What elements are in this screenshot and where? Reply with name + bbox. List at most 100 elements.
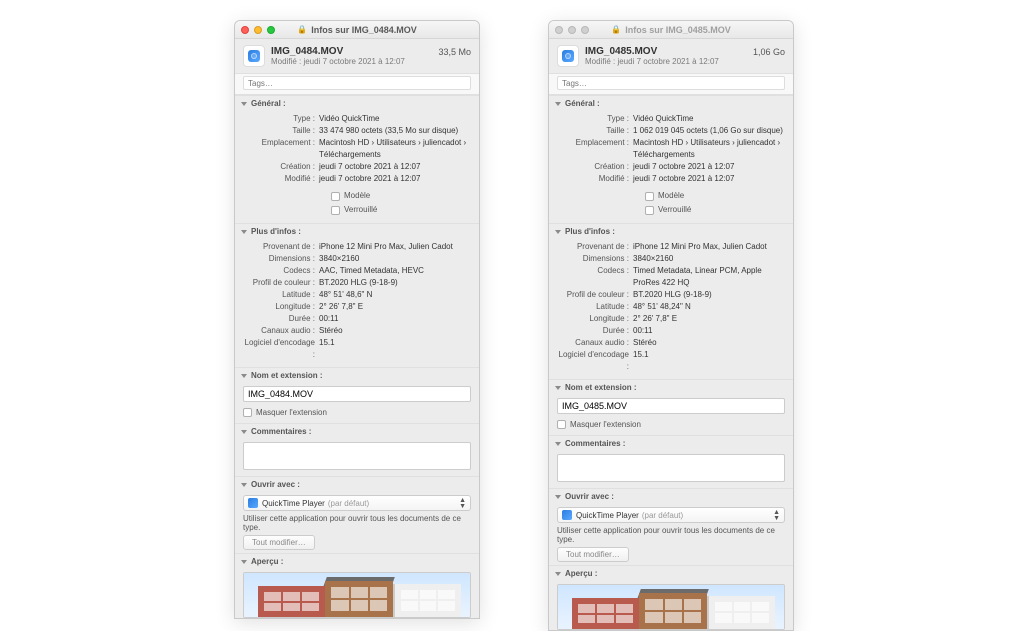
change-all-button[interactable]: Tout modifier…	[243, 535, 315, 550]
section-more-header[interactable]: Plus d'infos :	[235, 223, 479, 239]
kv-value: jeudi 7 octobre 2021 à 12:07	[633, 173, 785, 185]
select-arrows-icon: ▲▼	[773, 510, 780, 522]
open-with-app: QuickTime Player	[576, 511, 639, 520]
section-general-label: Général :	[251, 99, 286, 108]
kv-label: Profil de couleur :	[243, 277, 319, 289]
kv-value: 48° 51' 48,6" N	[319, 289, 471, 301]
tags-row	[235, 73, 479, 95]
filesize-short: 1,06 Go	[753, 45, 785, 57]
info-window-1[interactable]: 🔒 Infos sur IMG_0484.MOV IMG_0484.MOV Mo…	[234, 20, 480, 619]
checkbox-icon[interactable]	[331, 206, 340, 215]
template-checkbox-row[interactable]: Modèle	[645, 189, 785, 203]
kv-label: Taille :	[243, 125, 319, 137]
desktop: 🔒 Infos sur IMG_0484.MOV IMG_0484.MOV Mo…	[0, 0, 1024, 576]
section-openwith-header[interactable]: Ouvrir avec :	[549, 488, 793, 504]
kv-value: 00:11	[633, 325, 785, 337]
window-title: 🔒 Infos sur IMG_0485.MOV	[549, 25, 793, 35]
section-name-label: Nom et extension :	[565, 383, 637, 392]
disclosure-triangle-icon	[241, 230, 247, 234]
quicktime-icon	[248, 498, 258, 508]
kv-label: Emplacement :	[243, 137, 319, 161]
section-openwith-label: Ouvrir avec :	[565, 492, 614, 501]
checkbox-icon[interactable]	[331, 192, 340, 201]
filename: IMG_0484.MOV	[271, 46, 438, 57]
file-header: IMG_0484.MOV Modifié : jeudi 7 octobre 2…	[235, 39, 479, 73]
comments-input[interactable]	[243, 442, 471, 470]
titlebar[interactable]: 🔒 Infos sur IMG_0484.MOV	[235, 21, 479, 39]
quicktime-icon	[562, 510, 572, 520]
kv-label: Logiciel d'encodage :	[243, 337, 319, 361]
section-comments-header[interactable]: Commentaires :	[549, 435, 793, 451]
more-block: Provenant de :iPhone 12 Mini Pro Max, Ju…	[549, 239, 793, 379]
section-preview-header[interactable]: Aperçu :	[235, 553, 479, 569]
disclosure-triangle-icon	[241, 560, 247, 564]
kv-label: Création :	[243, 161, 319, 173]
section-openwith-label: Ouvrir avec :	[251, 480, 300, 489]
window-title-text: Infos sur IMG_0485.MOV	[625, 25, 731, 35]
section-comments-header[interactable]: Commentaires :	[235, 423, 479, 439]
open-with-select[interactable]: QuickTime Player (par défaut) ▲▼	[557, 507, 785, 523]
template-checkbox-row[interactable]: Modèle	[331, 189, 471, 203]
kv-value: 33 474 980 octets (33,5 Mo sur disque)	[319, 125, 471, 137]
kv-value: 2° 26' 7,8" E	[633, 313, 785, 325]
tags-row	[549, 73, 793, 95]
filename-input[interactable]	[557, 398, 785, 414]
modified-summary: Modifié : jeudi 7 octobre 2021 à 12:07	[585, 57, 753, 66]
kv-value: jeudi 7 octobre 2021 à 12:07	[319, 161, 471, 173]
change-all-button[interactable]: Tout modifier…	[557, 547, 629, 562]
section-general-header[interactable]: Général :	[549, 95, 793, 111]
window-title-text: Infos sur IMG_0484.MOV	[311, 25, 417, 35]
checkbox-icon[interactable]	[243, 408, 252, 417]
section-name-header[interactable]: Nom et extension :	[235, 367, 479, 383]
titlebar[interactable]: 🔒 Infos sur IMG_0485.MOV	[549, 21, 793, 39]
disclosure-triangle-icon	[555, 442, 561, 446]
open-with-select[interactable]: QuickTime Player (par défaut) ▲▼	[243, 495, 471, 511]
hide-extension-row[interactable]: Masquer l'extension	[549, 417, 793, 435]
section-preview-label: Aperçu :	[251, 557, 283, 566]
kv-value: Vidéo QuickTime	[319, 113, 471, 125]
kv-value: 3840×2160	[633, 253, 785, 265]
section-openwith-header[interactable]: Ouvrir avec :	[235, 476, 479, 492]
kv-value: 00:11	[319, 313, 471, 325]
info-window-2[interactable]: 🔒 Infos sur IMG_0485.MOV IMG_0485.MOV Mo…	[548, 20, 794, 631]
kv-label: Codecs :	[557, 265, 633, 289]
kv-value: BT.2020 HLG (9-18-9)	[319, 277, 471, 289]
locked-checkbox-row[interactable]: Verrouillé	[331, 203, 471, 217]
checkbox-icon[interactable]	[645, 192, 654, 201]
hide-extension-row[interactable]: Masquer l'extension	[235, 405, 479, 423]
locked-label: Verrouillé	[658, 203, 691, 217]
section-general-header[interactable]: Général :	[235, 95, 479, 111]
file-header: IMG_0485.MOV Modifié : jeudi 7 octobre 2…	[549, 39, 793, 73]
disclosure-triangle-icon	[241, 483, 247, 487]
lock-icon: 🔒	[297, 25, 307, 34]
filename-input[interactable]	[243, 386, 471, 402]
section-preview-header[interactable]: Aperçu :	[549, 565, 793, 581]
kv-value: 1 062 019 045 octets (1,06 Go sur disque…	[633, 125, 785, 137]
section-more-header[interactable]: Plus d'infos :	[549, 223, 793, 239]
kv-label: Dimensions :	[243, 253, 319, 265]
open-with-app: QuickTime Player	[262, 499, 325, 508]
section-general-label: Général :	[565, 99, 600, 108]
kv-label: Logiciel d'encodage :	[557, 349, 633, 373]
comments-input[interactable]	[557, 454, 785, 482]
filesize-short: 33,5 Mo	[438, 45, 471, 57]
checkbox-icon[interactable]	[645, 206, 654, 215]
kv-label: Type :	[557, 113, 633, 125]
kv-label: Provenant de :	[557, 241, 633, 253]
kv-value: Macintosh HD › Utilisateurs › juliencado…	[633, 137, 785, 161]
modified-summary: Modifié : jeudi 7 octobre 2021 à 12:07	[271, 57, 438, 66]
tags-input[interactable]	[557, 76, 785, 90]
kv-value: Timed Metadata, Linear PCM, Apple ProRes…	[633, 265, 785, 289]
file-type-icon	[243, 45, 265, 67]
window-title: 🔒 Infos sur IMG_0484.MOV	[235, 25, 479, 35]
checkbox-icon[interactable]	[557, 420, 566, 429]
locked-checkbox-row[interactable]: Verrouillé	[645, 203, 785, 217]
disclosure-triangle-icon	[555, 495, 561, 499]
section-name-header[interactable]: Nom et extension :	[549, 379, 793, 395]
kv-value: iPhone 12 Mini Pro Max, Julien Cadot	[633, 241, 785, 253]
locked-label: Verrouillé	[344, 203, 377, 217]
tags-input[interactable]	[243, 76, 471, 90]
kv-label: Codecs :	[243, 265, 319, 277]
kv-value: 15.1	[633, 349, 785, 373]
kv-value: BT.2020 HLG (9-18-9)	[633, 289, 785, 301]
